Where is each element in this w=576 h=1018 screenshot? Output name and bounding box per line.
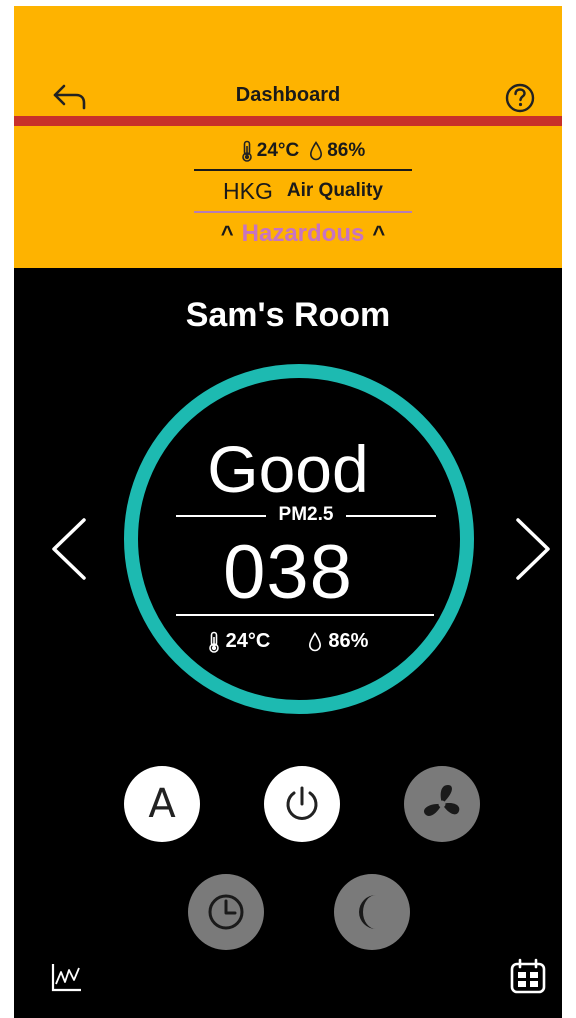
pm-label: PM2.5: [278, 504, 334, 525]
divider: [176, 614, 434, 616]
chart-icon: [51, 964, 81, 992]
auto-mode-button[interactable]: A: [124, 766, 200, 842]
header-stripe: [14, 116, 562, 126]
divider: [176, 515, 266, 517]
help-button[interactable]: [502, 80, 538, 116]
divider: [194, 211, 412, 213]
thermometer-icon: [208, 631, 219, 653]
page-title: Dashboard: [235, 84, 341, 106]
power-button[interactable]: [264, 766, 340, 842]
outdoor-aq-status: Hazardous: [241, 220, 365, 247]
outdoor-temperature: 24°C: [256, 140, 300, 161]
fan-speed-button[interactable]: [404, 766, 480, 842]
thermometer-icon: [241, 140, 252, 162]
app-screen: Dashboard 24°C 86% HKG Air Quality ^ Haz…: [14, 6, 562, 1018]
chevron-left-icon: [52, 518, 86, 580]
caret-left: ^: [220, 221, 234, 246]
previous-room-button[interactable]: [46, 514, 92, 584]
chevron-right-icon: [516, 518, 550, 580]
outdoor-status-row[interactable]: ^ Hazardous ^: [194, 214, 412, 254]
schedule-button[interactable]: [508, 958, 548, 996]
history-chart-button[interactable]: [50, 960, 84, 994]
outdoor-humidity-group: 86%: [309, 140, 365, 162]
room-aq-status: Good: [207, 432, 369, 506]
sleep-moon-icon: [359, 895, 376, 929]
outdoor-humidity: 86%: [327, 140, 366, 161]
air-quality-label: Air Quality: [286, 180, 383, 201]
timer-button[interactable]: [188, 874, 264, 950]
header-panel: Dashboard 24°C 86% HKG Air Quality ^ Haz…: [14, 6, 562, 268]
city-code: HKG: [223, 177, 273, 204]
outdoor-env-row: 24°C 86%: [194, 134, 412, 168]
room-humidity-group: 86%: [308, 630, 368, 653]
calendar-icon: [510, 958, 546, 994]
help-circle-icon: [505, 83, 535, 113]
next-room-button[interactable]: [510, 514, 556, 584]
fan-icon: [423, 785, 460, 816]
outdoor-aq-row: HKG Air Quality: [194, 172, 412, 210]
divider: [194, 169, 412, 171]
room-temperature: 24°C: [225, 630, 271, 652]
room-humidity: 86%: [328, 630, 369, 652]
room-env-row: 24°C 86%: [14, 630, 562, 653]
pm-value: 038: [223, 530, 353, 615]
room-temperature-group: 24°C: [208, 630, 271, 653]
outdoor-temperature-group: 24°C: [241, 140, 299, 162]
power-icon: [286, 786, 318, 820]
sleep-mode-button[interactable]: [334, 874, 410, 950]
nav-bar: Dashboard: [14, 78, 562, 118]
caret-right: ^: [372, 221, 386, 246]
divider: [346, 515, 436, 517]
timer-icon: [208, 894, 244, 930]
room-name: Sam's Room: [185, 296, 391, 334]
auto-mode-label: A: [148, 781, 176, 827]
water-drop-icon: [309, 631, 322, 651]
water-drop-icon: [310, 141, 323, 161]
outdoor-summary: 24°C 86% HKG Air Quality ^ Hazardous ^: [194, 134, 412, 254]
